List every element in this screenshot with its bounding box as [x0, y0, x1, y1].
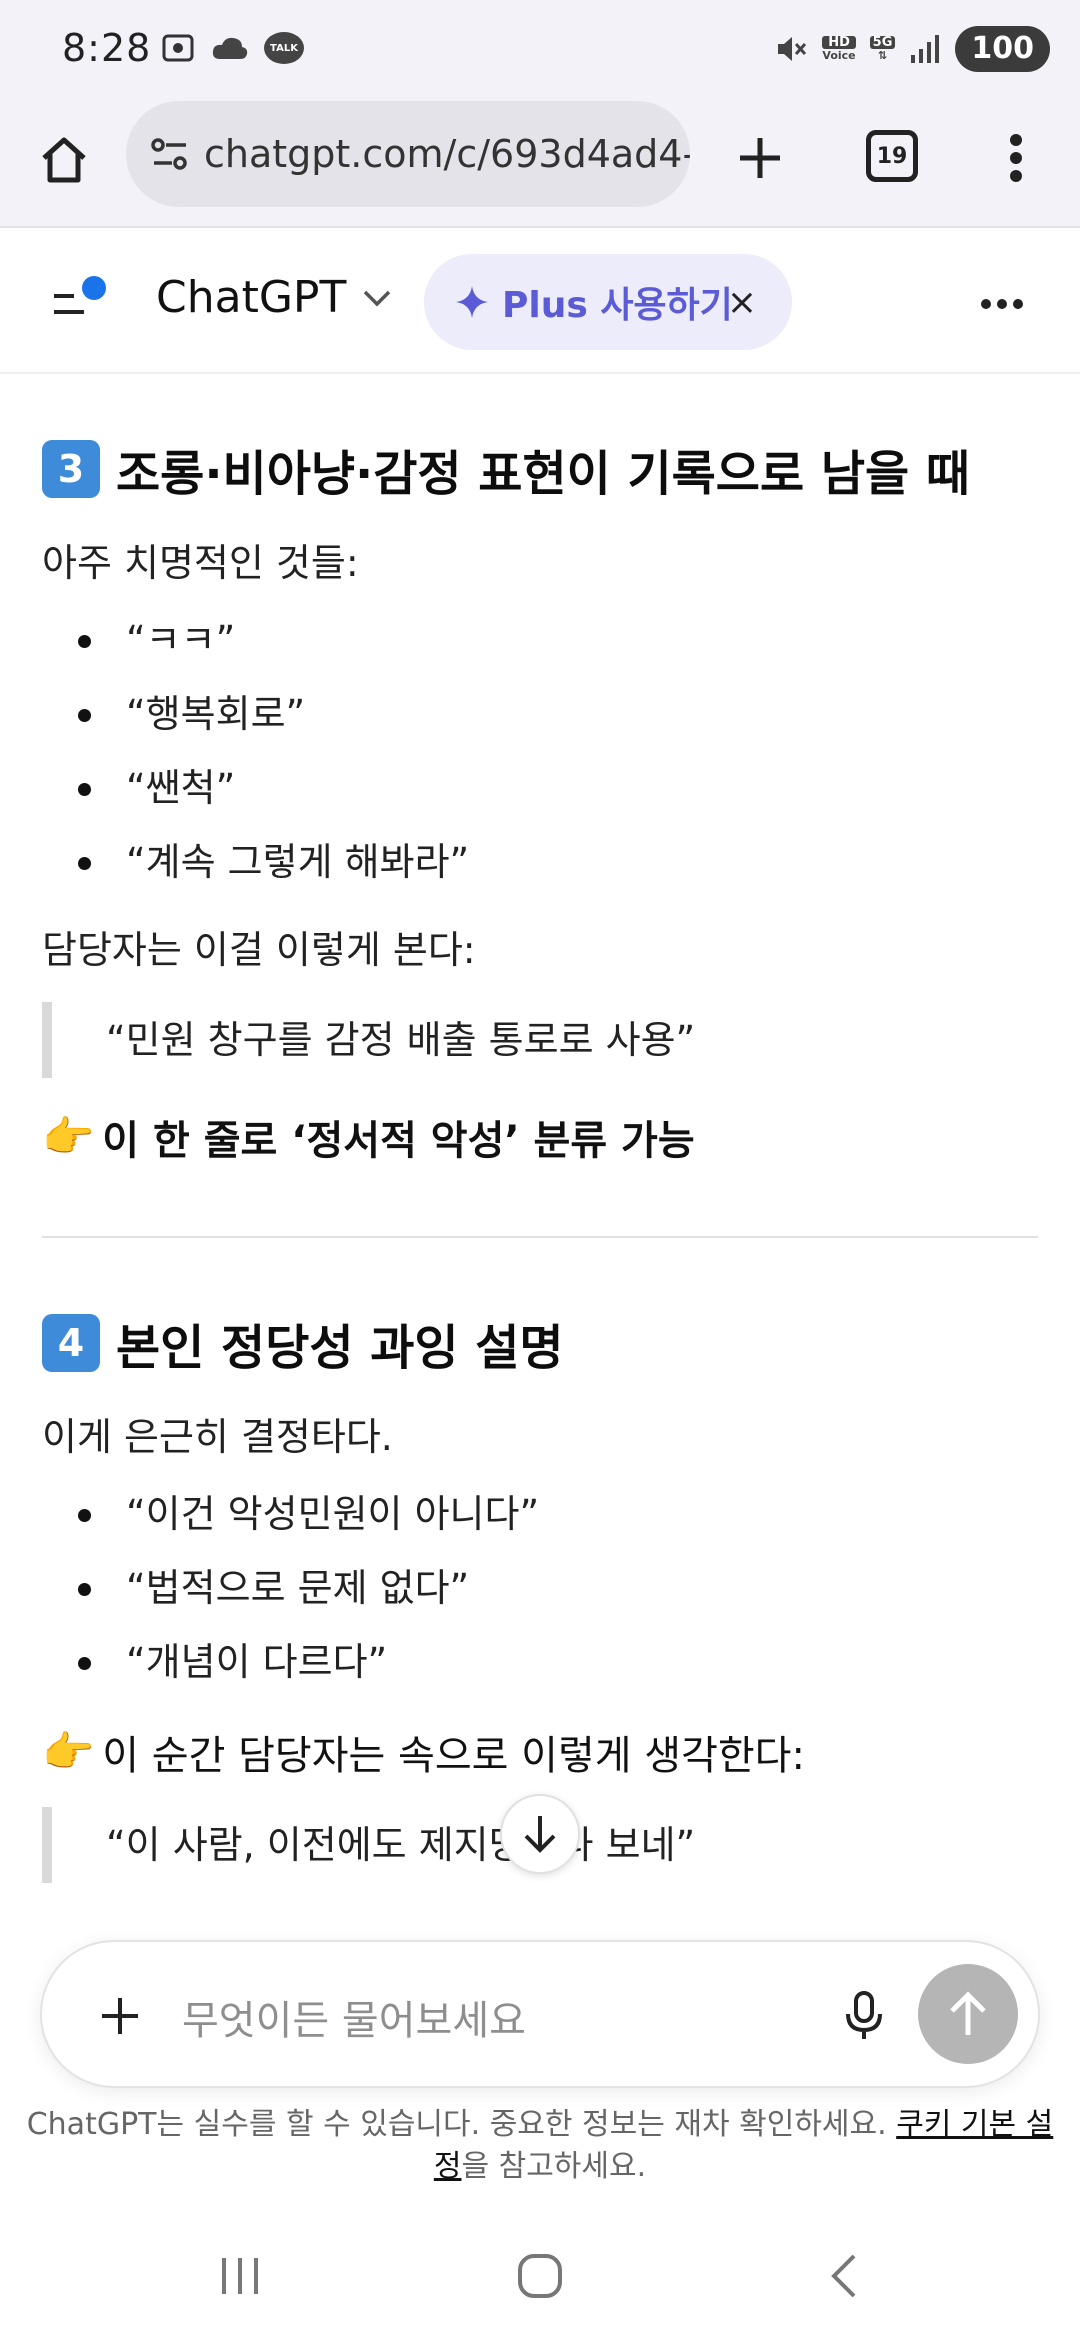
plus-icon	[102, 1998, 138, 2034]
key-point: 👉 이 한 줄로 ‘정서적 악성’ 분류 가능	[42, 1108, 1038, 1166]
plus-icon	[740, 138, 780, 178]
keycap-number-icon: 4	[42, 1314, 100, 1372]
list-item: “법적으로 문제 없다”	[42, 1551, 1038, 1625]
tab-switcher-button[interactable]: 19	[866, 130, 918, 182]
kebab-icon	[1010, 134, 1022, 182]
bullet-list: “ㅋㅋ” “행복회로” “쌘척” “계속 그렇게 해봐라”	[42, 603, 1038, 899]
home-icon	[42, 137, 86, 183]
screenshot-icon	[162, 34, 194, 62]
system-indicators: HD Voice 5G ⇅ 100	[774, 26, 1050, 72]
hd-voice-icon: HD Voice	[822, 36, 856, 62]
plus-upgrade-button[interactable]: Plus 사용하기 ×	[424, 254, 792, 350]
key-point: 👉 이 순간 담당자는 속으로 이렇게 생각한다:	[42, 1723, 1038, 1781]
list-item: “행복회로”	[42, 677, 1038, 751]
chevron-down-icon	[364, 290, 391, 306]
disclaimer-text: ChatGPT는 실수를 할 수 있습니다. 중요한 정보는 재차 확인하세요.	[26, 2107, 897, 2142]
key-point-text: 이 순간 담당자는 속으로 이렇게 생각한다:	[102, 1733, 805, 1779]
network-label: 5G	[869, 36, 896, 49]
back-button[interactable]	[804, 2246, 884, 2306]
section-heading: 3 조롱·비아냥·감정 표현이 기록으로 남을 때	[42, 434, 1038, 504]
section-heading: 4 본인 정당성 과잉 설명	[42, 1308, 1038, 1378]
pointing-hand-icon: 👉	[42, 1727, 95, 1776]
attach-button[interactable]	[90, 1986, 150, 2046]
status-bar: 8:28 TALK HD Voice 5G ⇅ 100	[0, 0, 1080, 100]
mic-icon	[846, 1991, 882, 2039]
home-button[interactable]	[28, 124, 100, 196]
list-item: “계속 그렇게 해봐라”	[42, 825, 1038, 899]
disclaimer-suffix: 을 참고하세요.	[461, 2149, 647, 2184]
recent-apps-icon	[222, 2258, 258, 2294]
disclaimer: ChatGPT는 실수를 할 수 있습니다. 중요한 정보는 재차 확인하세요.…	[20, 2104, 1060, 2188]
list-item: “이건 악성민원이 아니다”	[42, 1477, 1038, 1551]
keycap-number-icon: 3	[42, 440, 100, 498]
hd-voice-bottom: Voice	[822, 49, 856, 62]
battery-indicator: 100	[955, 26, 1050, 72]
message-composer[interactable]: 무엇이든 물어보세요	[40, 1940, 1040, 2088]
paragraph: 담당자는 이걸 이렇게 본다:	[42, 928, 476, 972]
sidebar-toggle-button[interactable]	[46, 272, 110, 336]
browser-menu-button[interactable]	[990, 122, 1042, 194]
back-icon	[831, 2254, 856, 2298]
close-icon[interactable]: ×	[722, 282, 762, 323]
mute-icon	[778, 37, 807, 61]
home-circle-icon	[518, 2254, 562, 2298]
cloud-icon	[212, 37, 248, 59]
section-title: 조롱·비아냥·감정 표현이 기록으로 남을 때	[116, 446, 971, 502]
sidebar-icon	[54, 276, 106, 314]
message-input[interactable]: 무엇이든 물어보세요	[182, 1988, 526, 2046]
chat-header: ChatGPT Plus 사용하기 ×	[0, 228, 1080, 374]
arrow-up-icon	[950, 1991, 986, 2035]
status-time: 8:28	[62, 26, 152, 70]
assistant-message: 3 조롱·비아냥·감정 표현이 기록으로 남을 때 아주 치명적인 것들: “ㅋ…	[0, 374, 1080, 1964]
talk-icon: TALK	[264, 32, 304, 64]
list-item: “쌘척”	[42, 751, 1038, 825]
paragraph: 이게 은근히 결정타다.	[42, 1415, 393, 1459]
scroll-to-bottom-button[interactable]	[500, 1794, 580, 1874]
list-item: “ㅋㅋ”	[42, 603, 1038, 677]
model-name-label: ChatGPT	[156, 272, 347, 323]
address-bar[interactable]: chatgpt.com/c/693d4ad4-(	[126, 101, 690, 207]
plus-upgrade-label: Plus 사용하기	[502, 285, 733, 326]
voice-input-button[interactable]	[832, 1984, 896, 2048]
signal-icon	[911, 35, 940, 63]
more-horizontal-icon	[981, 299, 1023, 309]
sparkle-icon	[456, 286, 488, 318]
network-5g-icon: 5G ⇅	[869, 36, 896, 62]
key-point-text: 이 한 줄로 ‘정서적 악성’ 분류 가능	[102, 1118, 695, 1164]
model-selector[interactable]: ChatGPT	[156, 272, 392, 323]
recent-apps-button[interactable]	[200, 2246, 280, 2306]
tune-icon[interactable]	[148, 132, 192, 176]
home-nav-button[interactable]	[500, 2246, 580, 2306]
url-text[interactable]: chatgpt.com/c/693d4ad4-(	[204, 132, 690, 176]
hd-voice-top: HD	[822, 36, 856, 49]
new-tab-button[interactable]	[724, 122, 796, 194]
blockquote: “민원 창구를 감정 배출 통로로 사용”	[42, 1002, 1038, 1078]
send-button[interactable]	[918, 1964, 1018, 2064]
bullet-list: “이건 악성민원이 아니다” “법적으로 문제 없다” “개념이 다르다”	[42, 1477, 1038, 1699]
section-title: 본인 정당성 과잉 설명	[116, 1320, 564, 1376]
list-item: “개념이 다르다”	[42, 1625, 1038, 1699]
more-options-button[interactable]	[976, 278, 1028, 330]
paragraph: 아주 치명적인 것들:	[42, 541, 359, 585]
divider	[42, 1236, 1038, 1238]
pointing-hand-icon: 👉	[42, 1112, 95, 1161]
arrow-down-icon	[524, 1816, 556, 1853]
notification-icons: TALK	[160, 30, 304, 66]
system-navigation-bar	[0, 2210, 1080, 2340]
browser-toolbar: chatgpt.com/c/693d4ad4-( 19	[0, 100, 1080, 228]
